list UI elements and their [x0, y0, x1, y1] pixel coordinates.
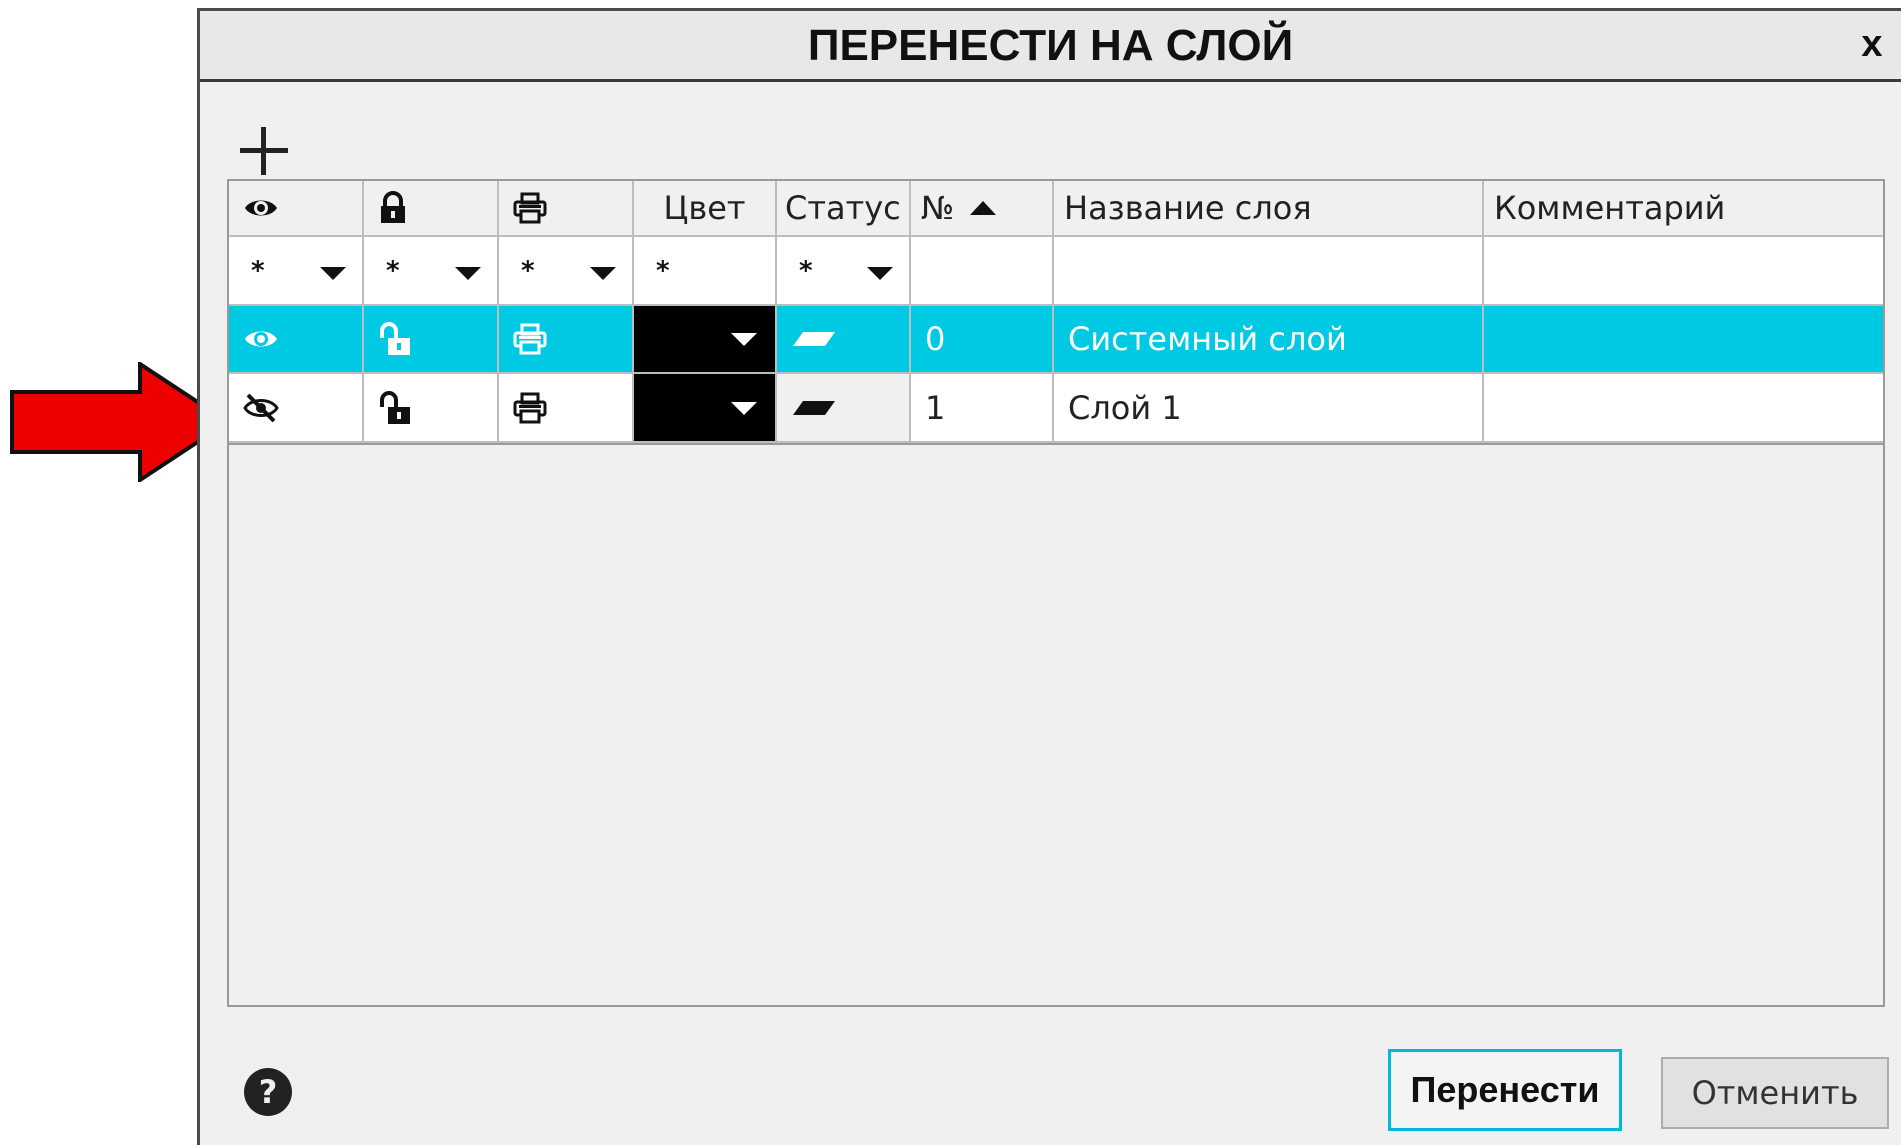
layer-comment[interactable] — [1484, 306, 1883, 374]
column-header-lock[interactable] — [364, 181, 499, 237]
filter-value: * — [521, 255, 535, 286]
column-header-comment[interactable]: Комментарий — [1484, 181, 1883, 237]
column-header-name-label: Название слоя — [1064, 189, 1312, 227]
column-header-color-label: Цвет — [663, 189, 746, 227]
filter-value: * — [386, 255, 400, 286]
filter-value: * — [799, 255, 813, 286]
layer-comment[interactable] — [1484, 374, 1883, 443]
filter-row: * * * * * — [229, 237, 1883, 306]
column-header-color[interactable]: Цвет — [634, 181, 777, 237]
print-toggle[interactable] — [499, 306, 634, 374]
printer-icon — [513, 192, 547, 224]
color-picker[interactable] — [634, 374, 777, 443]
dropdown-arrow-icon — [867, 267, 893, 280]
eye-icon — [245, 200, 277, 216]
lock-icon — [381, 191, 405, 223]
layer-name: Системный слой — [1054, 306, 1484, 374]
column-header-status-label: Статус — [785, 189, 901, 227]
unlock-icon — [380, 322, 410, 355]
title-bar: ПЕРЕНЕСТИ НА СЛОЙ x — [200, 11, 1901, 82]
column-header-number[interactable]: № — [911, 181, 1054, 237]
unlock-icon — [380, 390, 410, 424]
move-button[interactable]: Перенести — [1388, 1049, 1622, 1131]
filter-number[interactable] — [911, 237, 1054, 306]
add-layer-button[interactable] — [236, 123, 292, 179]
color-picker[interactable] — [634, 306, 777, 374]
column-header-print[interactable] — [499, 181, 634, 237]
lock-toggle[interactable] — [364, 374, 499, 443]
dropdown-arrow-icon — [731, 333, 757, 346]
filter-lock[interactable]: * — [364, 237, 499, 306]
column-header-status[interactable]: Статус — [777, 181, 911, 237]
column-header-visibility[interactable] — [229, 181, 364, 237]
column-header-name[interactable]: Название слоя — [1054, 181, 1484, 237]
eye-off-icon — [243, 393, 279, 422]
filter-print[interactable]: * — [499, 237, 634, 306]
dropdown-arrow-icon — [320, 267, 346, 280]
dialog-title: ПЕРЕНЕСТИ НА СЛОЙ — [807, 21, 1294, 70]
status-cell[interactable] — [777, 306, 911, 374]
print-toggle[interactable] — [499, 374, 634, 443]
filter-color[interactable]: * — [634, 237, 777, 306]
table-row[interactable]: 1 Слой 1 — [229, 374, 1883, 445]
cancel-button[interactable]: Отменить — [1661, 1057, 1889, 1129]
column-header-comment-label: Комментарий — [1494, 189, 1726, 227]
layer-number: 0 — [911, 306, 1054, 374]
column-header-number-label: № — [921, 189, 955, 227]
filter-value: * — [656, 255, 670, 286]
printer-icon — [513, 392, 547, 423]
layer-number: 1 — [911, 374, 1054, 443]
status-cell[interactable] — [777, 374, 911, 443]
layers-table: Цвет Статус № Название слоя Комментарий … — [227, 179, 1885, 1007]
filter-status[interactable]: * — [777, 237, 911, 306]
current-layer-icon — [793, 332, 835, 346]
filter-comment[interactable] — [1484, 237, 1883, 306]
visibility-toggle[interactable] — [229, 374, 364, 443]
visibility-toggle[interactable] — [229, 306, 364, 374]
active-layer-icon — [793, 400, 835, 415]
help-icon[interactable]: ? — [242, 1066, 294, 1118]
dropdown-arrow-icon — [731, 401, 757, 415]
filter-value: * — [251, 255, 265, 286]
printer-icon — [513, 323, 547, 355]
table-row[interactable]: 0 Системный слой — [229, 306, 1883, 374]
filter-visibility[interactable]: * — [229, 237, 364, 306]
dropdown-arrow-icon — [590, 267, 616, 280]
close-button[interactable]: x — [1849, 21, 1895, 67]
filter-name[interactable] — [1054, 237, 1484, 306]
move-to-layer-dialog: ПЕРЕНЕСТИ НА СЛОЙ x Цвет Статус № Назван… — [197, 8, 1901, 1145]
layer-name: Слой 1 — [1054, 374, 1484, 443]
table-header: Цвет Статус № Название слоя Комментарий — [229, 181, 1883, 237]
lock-toggle[interactable] — [364, 306, 499, 374]
dropdown-arrow-icon — [455, 267, 481, 280]
svg-text:?: ? — [259, 1073, 278, 1111]
sort-ascending-icon — [970, 201, 997, 215]
eye-icon — [245, 331, 277, 347]
